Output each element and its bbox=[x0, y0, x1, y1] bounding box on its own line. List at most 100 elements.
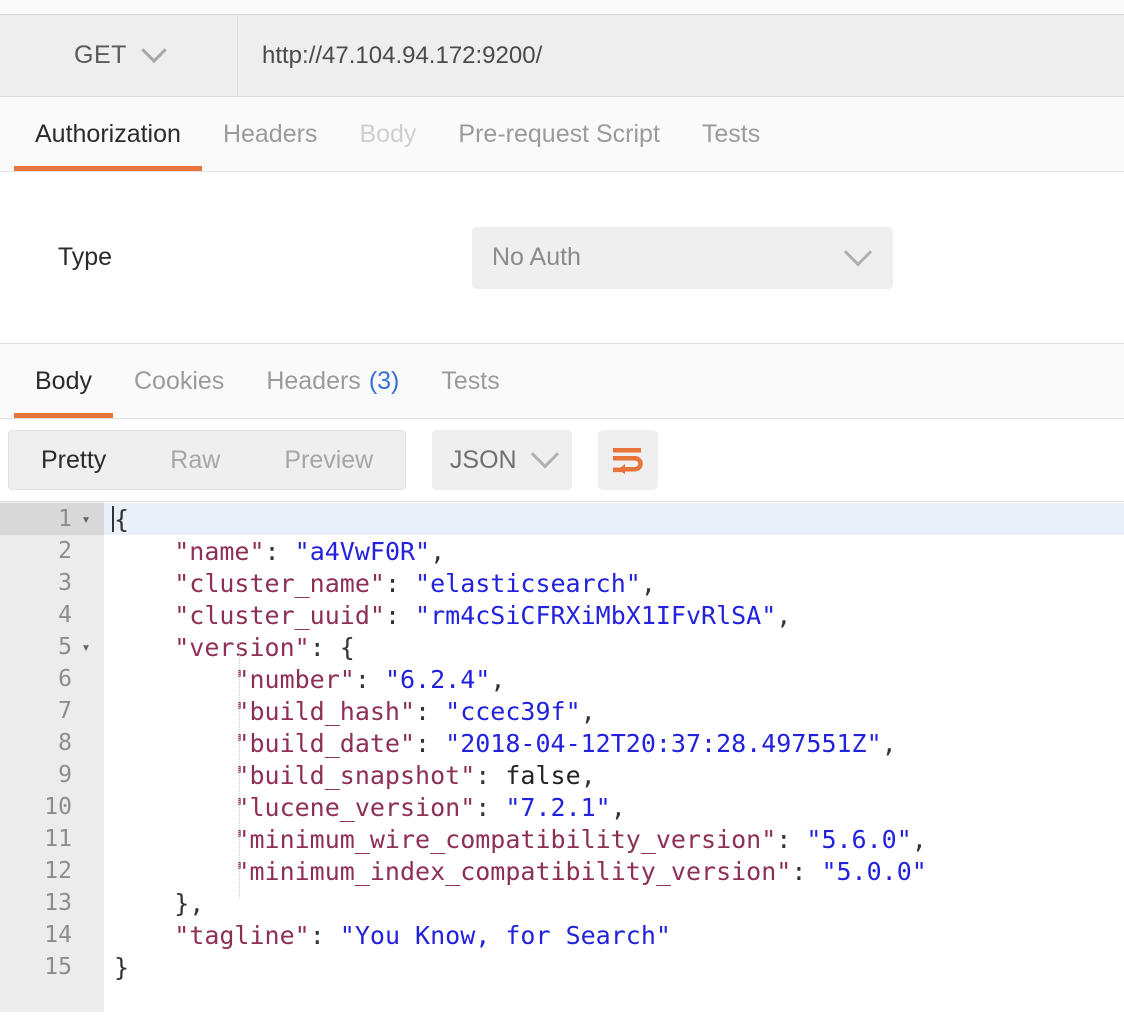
code-token-s: "2018-04-12T20:37:28.497551Z" bbox=[445, 729, 882, 758]
gutter-line-8: 8 bbox=[0, 727, 104, 759]
code-line-14[interactable]: "tagline": "You Know, for Search" bbox=[104, 919, 1124, 951]
code-token-p bbox=[114, 857, 234, 886]
code-token-p: : bbox=[265, 537, 295, 566]
tab-headers[interactable]: Headers bbox=[202, 97, 339, 171]
view-preview-label: Preview bbox=[284, 446, 373, 475]
gutter-line-4: 4 bbox=[0, 599, 104, 631]
code-token-p bbox=[114, 825, 234, 854]
line-number: 9 bbox=[58, 762, 72, 788]
code-token-p bbox=[114, 697, 234, 726]
body-format-value: JSON bbox=[450, 446, 517, 475]
code-token-p: }, bbox=[114, 889, 204, 918]
code-token-k: "build_date" bbox=[234, 729, 415, 758]
tab-headers-label: Headers bbox=[223, 120, 318, 149]
line-number: 6 bbox=[58, 666, 72, 692]
code-token-p bbox=[114, 601, 174, 630]
code-line-10[interactable]: "lucene_version": "7.2.1", bbox=[104, 791, 1124, 823]
code-token-p: : bbox=[475, 761, 505, 790]
code-line-2[interactable]: "name": "a4VwF0R", bbox=[104, 535, 1124, 567]
code-line-9[interactable]: "build_snapshot": false, bbox=[104, 759, 1124, 791]
code-line-7[interactable]: "build_hash": "ccec39f", bbox=[104, 695, 1124, 727]
code-token-s: "elasticsearch" bbox=[415, 569, 641, 598]
code-line-3[interactable]: "cluster_name": "elasticsearch", bbox=[104, 567, 1124, 599]
response-tab-headers[interactable]: Headers (3) bbox=[245, 344, 420, 418]
code-line-13[interactable]: }, bbox=[104, 887, 1124, 919]
view-preview-button[interactable]: Preview bbox=[252, 431, 405, 489]
response-tab-cookies-label: Cookies bbox=[134, 367, 224, 396]
line-number: 4 bbox=[58, 602, 72, 628]
gutter-line-5[interactable]: 5▾ bbox=[0, 631, 104, 663]
code-token-k: "number" bbox=[234, 665, 354, 694]
gutter-line-15: 15 bbox=[0, 951, 104, 983]
code-token-k: "build_snapshot" bbox=[234, 761, 475, 790]
code-line-4[interactable]: "cluster_uuid": "rm4cSiCFRXiMbX1IFvRlSA"… bbox=[104, 599, 1124, 631]
code-token-p: , bbox=[581, 761, 596, 790]
code-token-k: "lucene_version" bbox=[234, 793, 475, 822]
word-wrap-toggle-button[interactable] bbox=[598, 430, 658, 490]
code-token-p: : bbox=[475, 793, 505, 822]
auth-type-label: Type bbox=[0, 243, 170, 272]
tab-authorization[interactable]: Authorization bbox=[14, 97, 202, 171]
gutter-line-7: 7 bbox=[0, 695, 104, 727]
auth-type-value: No Auth bbox=[492, 243, 581, 272]
code-line-12[interactable]: "minimum_index_compatibility_version": "… bbox=[104, 855, 1124, 887]
line-number: 5 bbox=[58, 634, 72, 660]
code-token-k: "tagline" bbox=[174, 921, 309, 950]
line-number: 7 bbox=[58, 698, 72, 724]
response-tab-tests-label: Tests bbox=[441, 367, 499, 396]
response-tab-body[interactable]: Body bbox=[14, 344, 113, 418]
gutter-line-14: 14 bbox=[0, 919, 104, 951]
line-number: 1 bbox=[58, 506, 72, 532]
code-line-11[interactable]: "minimum_wire_compatibility_version": "5… bbox=[104, 823, 1124, 855]
code-token-p: , bbox=[776, 601, 791, 630]
code-token-b: false bbox=[505, 761, 580, 790]
code-line-8[interactable]: "build_date": "2018-04-12T20:37:28.49755… bbox=[104, 727, 1124, 759]
code-token-p bbox=[114, 793, 234, 822]
gutter-line-1[interactable]: 1▾ bbox=[0, 503, 104, 535]
chevron-down-icon bbox=[844, 238, 872, 266]
http-method-label: GET bbox=[74, 41, 127, 70]
line-number: 11 bbox=[44, 826, 72, 852]
code-token-s: "ccec39f" bbox=[445, 697, 580, 726]
headers-count-badge: (3) bbox=[369, 367, 400, 396]
code-token-p: , bbox=[611, 793, 626, 822]
line-number: 3 bbox=[58, 570, 72, 596]
code-line-5[interactable]: "version": { bbox=[104, 631, 1124, 663]
code-line-15[interactable]: } bbox=[104, 951, 1124, 983]
tab-body-label: Body bbox=[359, 120, 416, 149]
editor-indent-guide bbox=[239, 642, 241, 898]
code-token-p bbox=[114, 729, 234, 758]
response-tab-cookies[interactable]: Cookies bbox=[113, 344, 245, 418]
code-token-s: "You Know, for Search" bbox=[340, 921, 671, 950]
tab-pre-request-script[interactable]: Pre-request Script bbox=[437, 97, 680, 171]
fold-triangle-icon[interactable]: ▾ bbox=[78, 512, 94, 527]
response-body-code-editor[interactable]: 1▾2345▾6789101112131415 { "name": "a4VwF… bbox=[0, 501, 1124, 1012]
body-format-dropdown[interactable]: JSON bbox=[432, 430, 572, 490]
line-number: 2 bbox=[58, 538, 72, 564]
editor-code-area[interactable]: { "name": "a4VwF0R", "cluster_name": "el… bbox=[104, 502, 1124, 1012]
http-method-dropdown[interactable]: GET bbox=[0, 15, 238, 96]
request-url-input[interactable]: http://47.104.94.172:9200/ bbox=[238, 15, 1124, 96]
view-pretty-button[interactable]: Pretty bbox=[9, 431, 138, 489]
line-number: 10 bbox=[44, 794, 72, 820]
tab-body[interactable]: Body bbox=[338, 97, 437, 171]
code-line-6[interactable]: "number": "6.2.4", bbox=[104, 663, 1124, 695]
code-token-p: , bbox=[641, 569, 656, 598]
code-line-1[interactable]: { bbox=[104, 503, 1124, 535]
tab-tests[interactable]: Tests bbox=[681, 97, 781, 171]
gutter-line-10: 10 bbox=[0, 791, 104, 823]
code-token-p bbox=[114, 537, 174, 566]
response-tab-tests[interactable]: Tests bbox=[420, 344, 520, 418]
code-token-p bbox=[114, 633, 174, 662]
view-raw-button[interactable]: Raw bbox=[138, 431, 252, 489]
code-token-p: } bbox=[114, 953, 129, 982]
code-token-k: "version" bbox=[174, 633, 309, 662]
code-token-p bbox=[114, 761, 234, 790]
code-token-k: "name" bbox=[174, 537, 264, 566]
code-token-p: : bbox=[791, 857, 821, 886]
auth-type-dropdown[interactable]: No Auth bbox=[472, 227, 893, 289]
code-token-s: "5.6.0" bbox=[806, 825, 911, 854]
request-url-bar: GET http://47.104.94.172:9200/ bbox=[0, 14, 1124, 97]
line-number: 8 bbox=[58, 730, 72, 756]
fold-triangle-icon[interactable]: ▾ bbox=[78, 640, 94, 655]
